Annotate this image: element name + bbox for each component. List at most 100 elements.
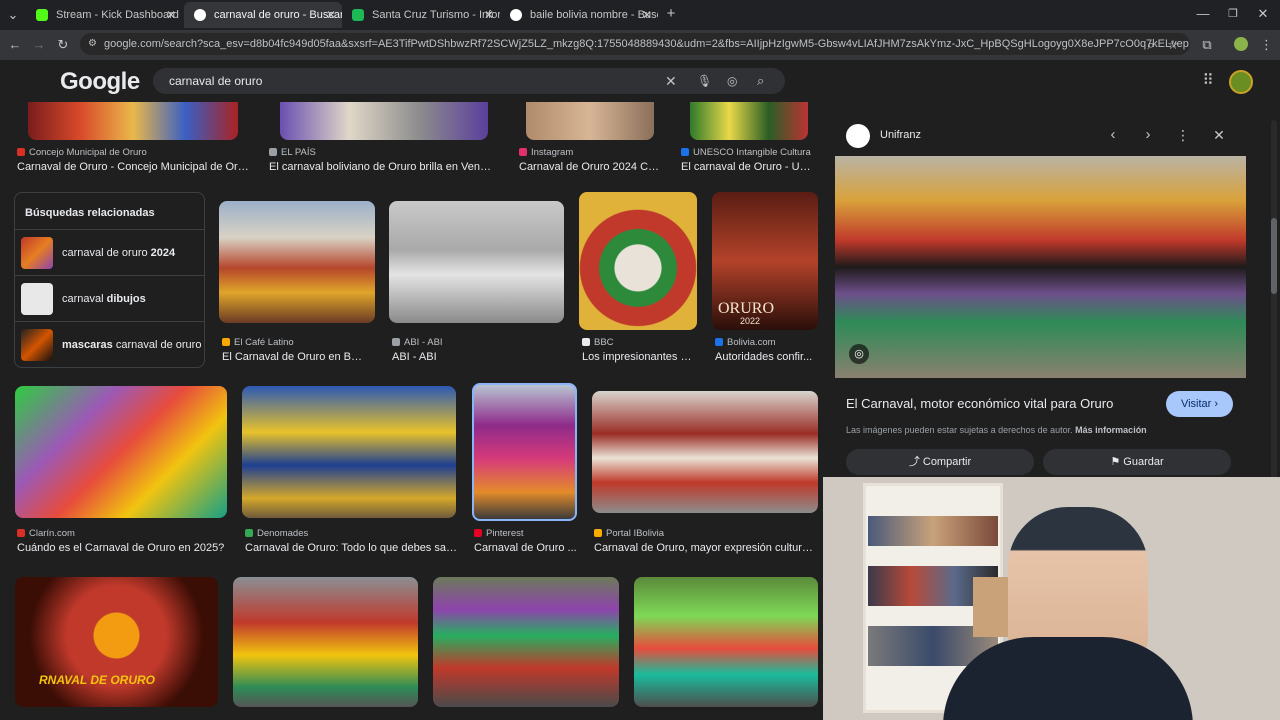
account-avatar[interactable] xyxy=(1229,70,1253,94)
rights-notice: Las imágenes pueden estar sujetas a dere… xyxy=(846,425,1147,435)
result-source[interactable]: Pinterest xyxy=(474,528,574,539)
source-favicon-icon xyxy=(17,148,25,156)
related-item[interactable]: carnaval dibujos xyxy=(15,275,204,321)
window-close-icon[interactable]: ✕ xyxy=(1256,7,1270,21)
poster-year: 2022 xyxy=(740,316,761,326)
result-source[interactable]: ABI - ABI xyxy=(392,337,542,348)
clear-icon[interactable]: ✕ xyxy=(665,68,677,94)
result-image[interactable] xyxy=(219,201,375,323)
result-image[interactable] xyxy=(28,102,238,140)
result-image-selected[interactable] xyxy=(472,383,577,521)
minimize-icon[interactable]: — xyxy=(1196,7,1210,21)
result-image[interactable] xyxy=(233,577,418,707)
result-source[interactable]: UNESCO Intangible Cultura... xyxy=(681,147,811,158)
share-button[interactable]: ⤴ Compartir xyxy=(846,449,1034,475)
result-source[interactable]: El Café Latino xyxy=(222,337,372,348)
reload-icon[interactable]: ↻ xyxy=(56,38,70,52)
close-panel-icon[interactable]: ✕ xyxy=(1212,128,1226,142)
more-options-icon[interactable]: ⋮ xyxy=(1176,128,1190,142)
close-icon[interactable]: ✕ xyxy=(642,2,652,28)
related-title: Búsquedas relacionadas xyxy=(25,207,155,219)
result-source[interactable]: Bolivia.com xyxy=(715,337,815,348)
zoom-icon[interactable]: ⌕ xyxy=(1144,38,1158,52)
tab-kick[interactable]: Stream - Kick Dashboard ✕ xyxy=(26,2,182,28)
result-image[interactable] xyxy=(592,391,818,513)
result-caption[interactable]: ABI - ABI xyxy=(392,351,542,363)
google-logo[interactable]: Google xyxy=(60,68,140,96)
tab-strip: ⌄ Stream - Kick Dashboard ✕ carnaval de … xyxy=(0,0,1280,30)
tab-santa-cruz[interactable]: Santa Cruz Turismo - Informaci ✕ xyxy=(342,2,500,28)
result-image[interactable] xyxy=(579,192,697,330)
search-icon[interactable]: ⌕ xyxy=(757,68,764,94)
more-info-link[interactable]: Más información xyxy=(1075,425,1147,435)
forward-icon[interactable]: → xyxy=(32,38,46,52)
lens-icon[interactable]: ◎ xyxy=(727,68,737,94)
result-source[interactable]: Portal IBolivia xyxy=(594,528,794,539)
preview-title[interactable]: El Carnaval, motor económico vital para … xyxy=(846,396,1113,411)
result-image[interactable] xyxy=(242,386,456,518)
result-caption[interactable]: El Carnaval de Oruro en Boli... xyxy=(222,351,368,363)
site-info-icon[interactable]: ⚙ xyxy=(88,33,97,55)
profile-avatar[interactable] xyxy=(1234,37,1248,51)
related-item[interactable]: mascaras carnaval de oruro xyxy=(15,321,204,367)
result-caption[interactable]: Carnaval de Oruro: Todo lo que debes sab… xyxy=(245,542,460,554)
tab-google-oruro[interactable]: carnaval de oruro - Buscar con ✕ xyxy=(184,2,342,28)
result-caption[interactable]: Carnaval de Oruro ... xyxy=(474,542,578,554)
result-image[interactable] xyxy=(280,102,488,140)
result-source[interactable]: Denomades xyxy=(245,528,445,539)
apps-grid-icon[interactable]: ⠿ xyxy=(1200,73,1216,88)
lens-search-icon[interactable]: ◎ xyxy=(849,344,869,364)
result-caption[interactable]: Los impresionantes c... xyxy=(582,351,694,363)
result-image[interactable] xyxy=(389,201,564,323)
scrollbar-thumb[interactable] xyxy=(1271,218,1277,294)
url-text: google.com/search?sca_esv=d8b04fc949d05f… xyxy=(104,38,1190,50)
panel-site-name[interactable]: Unifranz xyxy=(880,129,921,141)
result-source[interactable]: Clarín.com xyxy=(17,528,217,539)
result-caption[interactable]: El carnaval boliviano de Oruro brilla en… xyxy=(269,161,495,173)
save-button[interactable]: ⚑ Guardar xyxy=(1043,449,1231,475)
tab-baile-bolivia[interactable]: baile bolivia nombre - Buscar c ✕ xyxy=(500,2,658,28)
result-caption[interactable]: Autoridades confir... xyxy=(715,351,815,363)
search-input[interactable]: carnaval de oruro ✕ 🎙 ◎ ⌕ xyxy=(153,68,785,94)
result-image[interactable] xyxy=(433,577,619,707)
microphone-icon[interactable]: 🎙 xyxy=(697,68,712,94)
result-source[interactable]: Instagram xyxy=(519,147,669,158)
close-icon[interactable]: ✕ xyxy=(166,2,176,28)
visit-button[interactable]: Visitar › xyxy=(1166,391,1233,417)
kick-icon xyxy=(36,9,48,21)
close-icon[interactable]: ✕ xyxy=(484,2,494,28)
result-image[interactable] xyxy=(526,102,654,140)
source-favicon-icon xyxy=(392,338,400,346)
related-item[interactable]: carnaval de oruro 2024 xyxy=(15,229,204,275)
menu-dots-icon[interactable]: ⋮ xyxy=(1260,38,1273,52)
result-image[interactable] xyxy=(690,102,808,140)
extensions-icon[interactable]: ⧉ xyxy=(1200,38,1214,52)
address-bar[interactable]: ⚙ google.com/search?sca_esv=d8b04fc949d0… xyxy=(80,33,1190,55)
result-image[interactable]: RNAVAL DE ORURO xyxy=(15,577,218,707)
poster-title: RNAVAL DE ORURO xyxy=(39,673,156,687)
back-icon[interactable]: ← xyxy=(8,38,22,52)
result-image[interactable] xyxy=(15,386,227,518)
related-thumb xyxy=(21,329,53,361)
result-caption[interactable]: Carnaval de Oruro - Concejo Municipal de… xyxy=(17,161,252,173)
site-logo-icon xyxy=(846,124,870,148)
restore-icon[interactable]: ❐ xyxy=(1226,7,1240,21)
result-source[interactable]: Concejo Municipal de Oruro xyxy=(17,147,247,158)
chevron-left-icon[interactable]: ‹ xyxy=(1106,127,1120,142)
chevron-right-icon[interactable]: › xyxy=(1141,127,1155,142)
close-icon[interactable]: ✕ xyxy=(326,2,336,28)
tab-search-icon[interactable]: ⌄ xyxy=(6,8,20,22)
preview-image[interactable]: ◎ xyxy=(835,156,1246,378)
result-image[interactable]: ORURO 2022 xyxy=(712,192,818,330)
result-caption[interactable]: Carnaval de Oruro, mayor expresión cultu… xyxy=(594,542,816,554)
bookmark-star-icon[interactable]: ☆ xyxy=(1166,38,1180,52)
image-preview-panel: Unifranz ‹ › ⋮ ✕ ◎ El Carnaval, motor ec… xyxy=(826,102,1256,476)
related-searches: Búsquedas relacionadas carnaval de oruro… xyxy=(14,192,205,368)
result-source[interactable]: BBC xyxy=(582,337,692,348)
result-caption[interactable]: Cuándo es el Carnaval de Oruro en 2025? xyxy=(17,542,227,554)
result-source[interactable]: EL PAÍS xyxy=(269,147,489,158)
result-caption[interactable]: Carnaval de Oruro 2024 Ca... xyxy=(519,161,661,173)
result-caption[interactable]: El carnaval de Oruro - UN... xyxy=(681,161,813,173)
new-tab-icon[interactable]: + xyxy=(664,6,678,21)
result-image[interactable] xyxy=(634,577,818,707)
